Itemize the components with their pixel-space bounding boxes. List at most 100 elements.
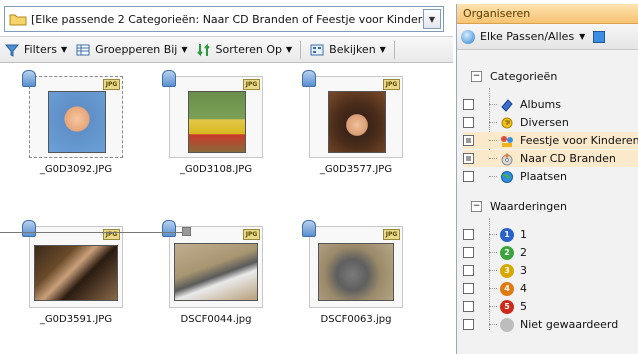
category-checkbox[interactable] [463, 117, 474, 128]
category-row-feestje-voor-kinderen[interactable]: Feestje voor Kinderen [463, 132, 638, 149]
rating-label: Niet gewaardeerd [520, 318, 619, 331]
category-label: Naar CD Branden [520, 152, 616, 165]
category-checkbox[interactable] [463, 153, 474, 164]
tree-branch [489, 158, 497, 159]
thumbnail-frame[interactable]: JPG [22, 220, 123, 308]
sort-icon [196, 43, 210, 56]
thumbnail-label: DSCF0063.jpg [320, 314, 392, 325]
globe-icon [461, 29, 475, 44]
thumbnail-label: _G0D3577.JPG [319, 164, 393, 175]
thumbnail-item[interactable]: JPG DSCF0063.jpg [296, 220, 416, 325]
rating-row-4[interactable]: 4 4 [463, 280, 638, 297]
rating-checkbox[interactable] [463, 319, 474, 330]
albums-icon [501, 98, 513, 112]
sort-by-label: Sorteren Op [215, 43, 282, 56]
tree-branch [489, 288, 497, 289]
jpg-badge-icon: JPG [103, 229, 120, 240]
rating-label: 2 [520, 246, 527, 259]
category-row-naar-cd-branden[interactable]: Naar CD Branden [463, 150, 638, 167]
thumbnail-frame[interactable]: JPG [302, 70, 403, 158]
thumbnail-frame[interactable]: JPG [302, 220, 403, 308]
pin-icon [162, 70, 176, 87]
category-checkbox[interactable] [463, 99, 474, 110]
rating-row-3[interactable]: 3 3 [463, 262, 638, 279]
tree-branch [489, 306, 497, 307]
chevron-down-icon: ▼ [379, 45, 386, 54]
view-button[interactable]: Bekijken ▼ [309, 42, 386, 58]
tree-branch [489, 270, 497, 271]
filters-button[interactable]: Filters ▼ [4, 42, 67, 58]
thumbnail-label: _G0D3092.JPG [39, 164, 113, 175]
view-label: Bekijken [329, 43, 376, 56]
jpg-badge-icon: JPG [383, 229, 400, 240]
rating-3-icon: 3 [500, 263, 514, 278]
thumbnail-item[interactable]: JPG _G0D3591.JPG [16, 220, 136, 325]
thumbnail-item[interactable]: JPG _G0D3092.JPG [16, 70, 136, 175]
category-checkbox[interactable] [463, 135, 474, 146]
photo-toy-car [188, 91, 246, 153]
chevron-down-icon[interactable]: ▼ [579, 32, 585, 41]
rating-row-1[interactable]: 1 1 [463, 226, 638, 243]
ratings-group-header[interactable]: − Waarderingen [471, 196, 631, 216]
category-checkbox[interactable] [463, 171, 474, 182]
toolbar-divider [393, 40, 395, 59]
photo-cat-in-box [174, 243, 258, 301]
rating-checkbox[interactable] [463, 301, 474, 312]
rating-label: 1 [520, 228, 527, 241]
thumbnail-item[interactable]: JPG _G0D3577.JPG [296, 70, 416, 175]
breadcrumb-text: [Elke passende 2 Categorieën: Naar CD Br… [31, 12, 423, 26]
connector-line [0, 232, 190, 233]
rating-label: 5 [520, 300, 527, 313]
breadcrumb-dropdown-button[interactable]: ▼ [423, 9, 441, 29]
photo-girl-portrait [328, 91, 386, 153]
categories-header-label: Categorieën [490, 69, 558, 83]
toolbar: Filters ▼ Groepperen Bij ▼ Sorteren Op ▼… [0, 36, 453, 63]
jpg-badge-icon: JPG [243, 79, 260, 90]
rating-label: 4 [520, 282, 527, 295]
thumbnail-frame[interactable]: JPG [162, 220, 263, 308]
rating-row-unrated[interactable]: Niet gewaardeerd [463, 316, 638, 333]
collapse-icon[interactable]: − [471, 200, 482, 212]
ratings-header-label: Waarderingen [490, 199, 568, 213]
category-row-diversen[interactable]: Diversen [463, 114, 638, 131]
match-filter-button[interactable]: Elke Passen/Alles [480, 30, 574, 43]
rating-row-2[interactable]: 2 2 [463, 244, 638, 261]
thumbnail-frame[interactable]: JPG [162, 70, 263, 158]
filter-icon [4, 44, 20, 57]
thumbnail-label: _G0D3108.JPG [179, 164, 253, 175]
rating-label: 3 [520, 264, 527, 277]
thumbnail-item[interactable]: JPG DSCF0044.jpg [156, 220, 276, 325]
tree-branch [489, 140, 497, 141]
party-icon [501, 135, 513, 147]
photo-child-portrait [48, 91, 106, 153]
group-by-button[interactable]: Groepperen Bij ▼ [75, 42, 188, 58]
rating-row-5[interactable]: 5 5 [463, 298, 638, 315]
thumbnail-label: DSCF0044.jpg [180, 314, 252, 325]
category-row-albums[interactable]: Albums [463, 96, 638, 113]
view-icon [310, 44, 324, 55]
rating-checkbox[interactable] [463, 229, 474, 240]
collapse-icon[interactable]: − [471, 70, 482, 82]
rating-2-icon: 2 [500, 245, 514, 260]
category-row-plaatsen[interactable]: Plaatsen [463, 168, 638, 185]
places-icon [501, 170, 513, 183]
sort-by-button[interactable]: Sorteren Op ▼ [196, 42, 292, 58]
tree-branch [489, 176, 497, 177]
tree-branch [489, 252, 497, 253]
unrated-icon [500, 317, 514, 332]
group-icon [76, 44, 90, 55]
rating-checkbox[interactable] [463, 247, 474, 258]
categories-group-header[interactable]: − Categorieën [471, 66, 631, 86]
category-label: Feestje voor Kinderen [520, 134, 638, 147]
rating-checkbox[interactable] [463, 265, 474, 276]
breadcrumb[interactable]: [Elke passende 2 Categorieën: Naar CD Br… [4, 6, 444, 32]
new-category-icon[interactable] [593, 30, 606, 43]
thumbnail-frame[interactable]: JPG [22, 70, 123, 158]
rating-5-icon: 5 [500, 299, 514, 314]
jpg-badge-icon: JPG [383, 79, 400, 90]
rating-checkbox[interactable] [463, 283, 474, 294]
chevron-down-icon: ▼ [181, 45, 188, 54]
thumbnail-item[interactable]: JPG _G0D3108.JPG [156, 70, 276, 175]
tree-branch [489, 122, 497, 123]
tree-branch [489, 104, 497, 105]
